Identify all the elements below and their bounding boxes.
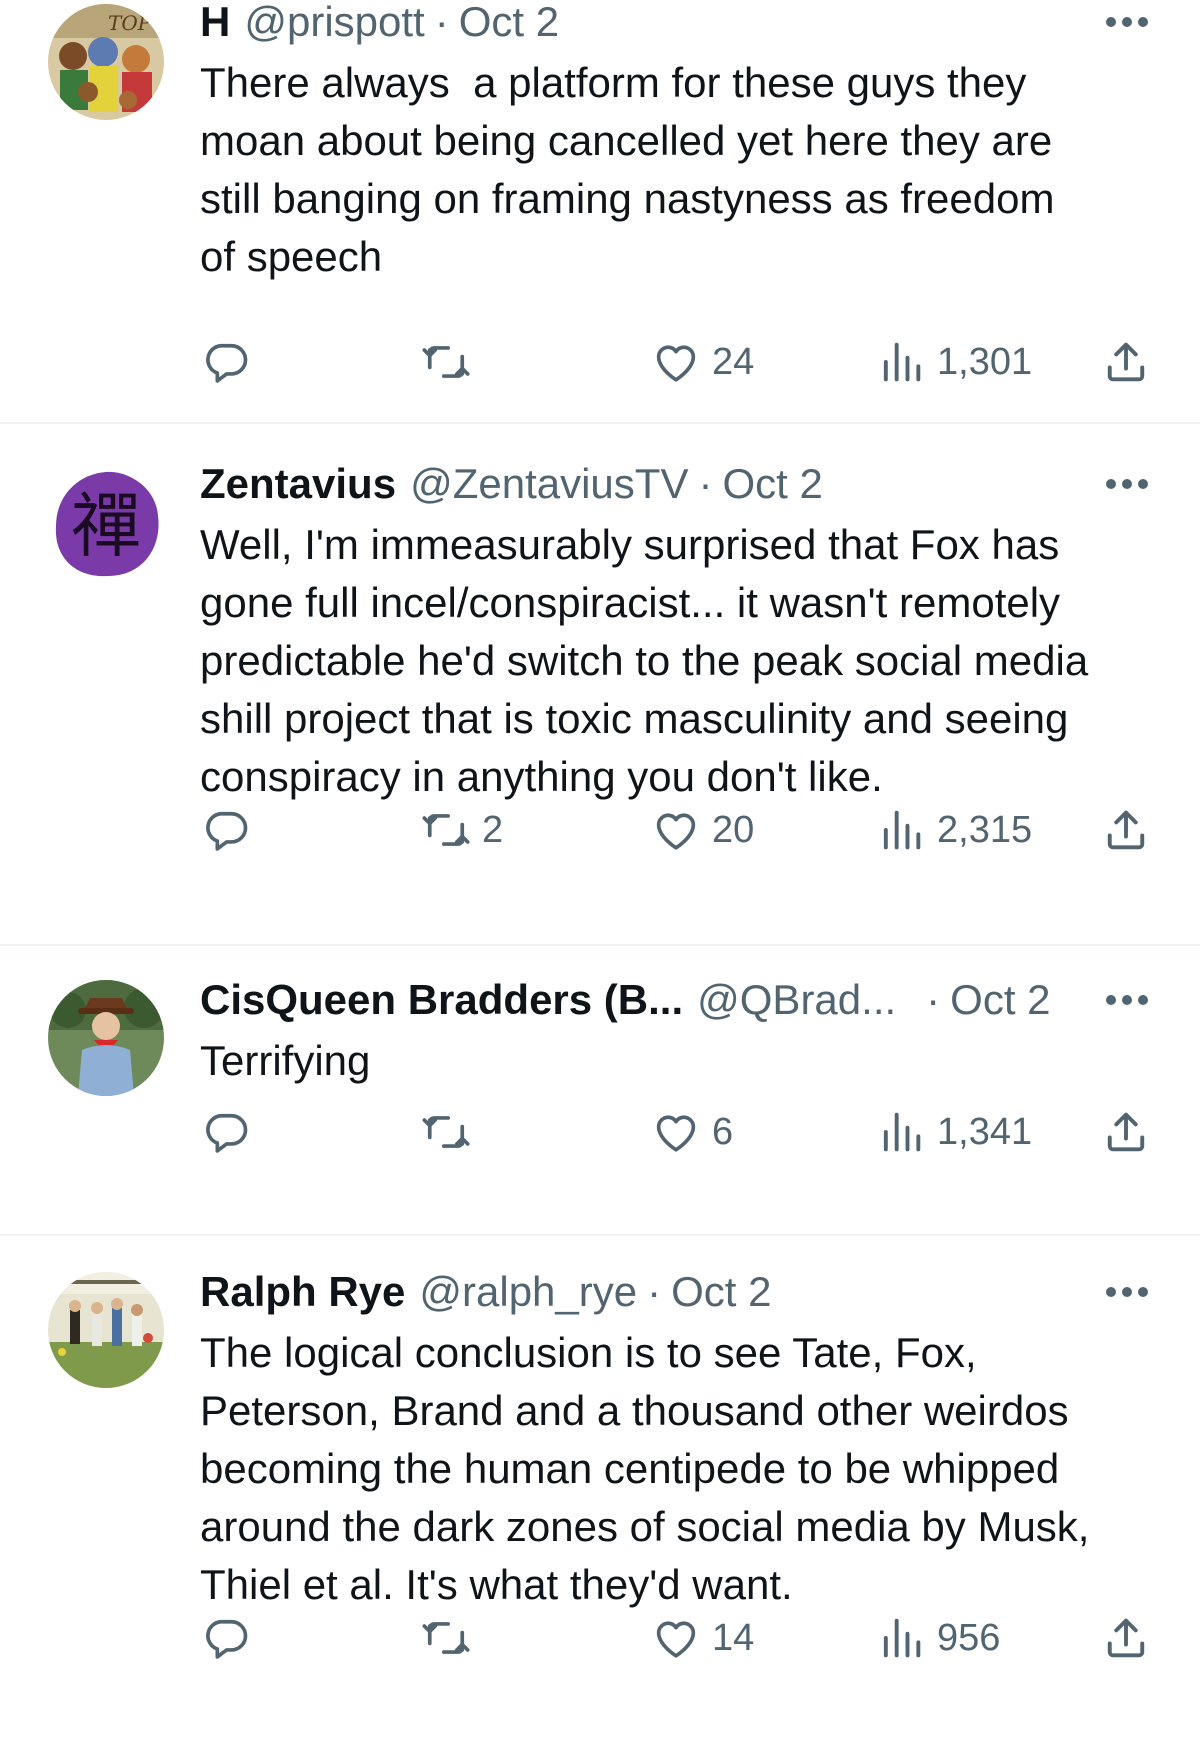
upload-arrow-icon <box>1100 336 1152 388</box>
tweet-date[interactable]: Oct 2 <box>722 456 822 512</box>
display-name[interactable]: CisQueen Bradders (B... <box>200 972 683 1028</box>
share-button[interactable] <box>1100 332 1152 392</box>
more-options-icon[interactable] <box>1102 1264 1152 1320</box>
speech-bubble-icon <box>200 336 252 388</box>
like-button[interactable]: 20 <box>650 800 754 860</box>
tweet[interactable]: CisQueen Bradders (B... @QBrad... · Oct … <box>0 946 1200 1236</box>
tweet-date[interactable]: Oct 2 <box>950 972 1050 1028</box>
tweet-actions: 14 956 <box>200 1608 1152 1668</box>
like-button[interactable]: 6 <box>650 1102 733 1162</box>
speech-bubble-icon <box>200 1612 252 1664</box>
more-options-icon[interactable] <box>1102 456 1152 512</box>
bar-chart-icon <box>875 1106 927 1158</box>
tweet-actions: 24 1,301 <box>200 332 1152 392</box>
separator-dot: · <box>647 1268 662 1315</box>
reply-feed: TOP H @prispott · Oct 2 There always a p… <box>0 0 1200 1745</box>
retweet-button[interactable] <box>420 1608 482 1668</box>
more-options-icon[interactable] <box>1102 0 1152 50</box>
upload-arrow-icon <box>1100 804 1152 856</box>
like-count: 6 <box>712 1110 734 1153</box>
share-button[interactable] <box>1100 1102 1152 1162</box>
avatar[interactable]: TOP <box>48 4 164 120</box>
avatar[interactable] <box>48 1272 164 1388</box>
retweet-button[interactable]: 2 <box>420 800 503 860</box>
avatar[interactable]: 禪 <box>48 466 164 582</box>
retweet-button[interactable] <box>420 1102 482 1162</box>
like-button[interactable]: 24 <box>650 332 754 392</box>
tweet-actions: 6 1,341 <box>200 1102 1152 1162</box>
tweet-content: CisQueen Bradders (B... @QBrad... · Oct … <box>200 972 1152 1090</box>
share-button[interactable] <box>1100 800 1152 860</box>
user-handle[interactable]: @ZentaviusTV <box>410 456 688 512</box>
retweet-arrows-icon <box>420 336 472 388</box>
tweet-date[interactable]: Oct 2 <box>459 0 559 50</box>
views-button[interactable]: 1,301 <box>875 332 1032 392</box>
display-name[interactable]: H <box>200 0 230 50</box>
reply-button[interactable] <box>200 332 262 392</box>
tweet-text: The logical conclusion is to see Tate, F… <box>200 1329 1090 1608</box>
separator-dot: · <box>698 460 713 507</box>
like-count: 24 <box>712 340 755 383</box>
heart-icon <box>650 804 702 856</box>
tweet-header: CisQueen Bradders (B... @QBrad... · Oct … <box>200 972 1152 1028</box>
tweet-date[interactable]: Oct 2 <box>671 1264 771 1320</box>
retweet-arrows-icon <box>420 804 472 856</box>
like-count: 14 <box>712 1616 755 1659</box>
view-count: 1,341 <box>937 1110 1033 1153</box>
upload-arrow-icon <box>1100 1612 1152 1664</box>
display-name[interactable]: Ralph Rye <box>200 1264 405 1320</box>
tweet-text: Well, I'm immeasurably surprised that Fo… <box>200 521 1089 800</box>
retweet-arrows-icon <box>420 1106 472 1158</box>
view-count: 956 <box>937 1616 1001 1659</box>
tweet-header: Ralph Rye @ralph_rye · Oct 2 <box>200 1264 1152 1320</box>
tweet-header: Zentavius @ZentaviusTV · Oct 2 <box>200 456 1152 512</box>
tweet-actions: 2 20 2,315 <box>200 800 1152 860</box>
speech-bubble-icon <box>200 1106 252 1158</box>
bar-chart-icon <box>875 336 927 388</box>
user-handle[interactable]: @QBrad... <box>697 972 896 1028</box>
tweet-content: H @prispott · Oct 2 There always a platf… <box>200 0 1152 286</box>
separator-dot: · <box>434 0 449 45</box>
like-button[interactable]: 14 <box>650 1608 754 1668</box>
view-count: 2,315 <box>937 808 1033 851</box>
speech-bubble-icon <box>200 804 252 856</box>
svg-text:禪: 禪 <box>71 485 141 567</box>
display-name[interactable]: Zentavius <box>200 456 396 512</box>
retweet-button[interactable] <box>420 332 482 392</box>
retweet-arrows-icon <box>420 1612 472 1664</box>
bar-chart-icon <box>875 1612 927 1664</box>
tweet[interactable]: 禪 Zentavius @ZentaviusTV · Oct 2 Well, I… <box>0 424 1200 946</box>
views-button[interactable]: 2,315 <box>875 800 1032 860</box>
tweet[interactable]: Ralph Rye @ralph_rye · Oct 2 The logical… <box>0 1236 1200 1745</box>
tweet-content: Ralph Rye @ralph_rye · Oct 2 The logical… <box>200 1264 1152 1614</box>
heart-icon <box>650 1612 702 1664</box>
tweet-header: H @prispott · Oct 2 <box>200 0 1152 50</box>
reply-button[interactable] <box>200 800 262 860</box>
svg-text:TOP: TOP <box>108 11 152 35</box>
heart-icon <box>650 1106 702 1158</box>
reply-button[interactable] <box>200 1102 262 1162</box>
more-options-icon[interactable] <box>1102 972 1152 1028</box>
user-handle[interactable]: @ralph_rye <box>419 1264 637 1320</box>
tweet-text: There always a platform for these guys t… <box>200 59 1055 280</box>
view-count: 1,301 <box>937 340 1033 383</box>
reply-button[interactable] <box>200 1608 262 1668</box>
separator-dot: · <box>926 976 941 1023</box>
heart-icon <box>650 336 702 388</box>
bar-chart-icon <box>875 804 927 856</box>
avatar[interactable] <box>48 980 164 1096</box>
share-button[interactable] <box>1100 1608 1152 1668</box>
tweet-content: Zentavius @ZentaviusTV · Oct 2 Well, I'm… <box>200 456 1152 806</box>
tweet-text: Terrifying <box>200 1037 371 1084</box>
tweet[interactable]: TOP H @prispott · Oct 2 There always a p… <box>0 0 1200 424</box>
upload-arrow-icon <box>1100 1106 1152 1158</box>
retweet-count: 2 <box>482 808 504 851</box>
views-button[interactable]: 956 <box>875 1608 1000 1668</box>
views-button[interactable]: 1,341 <box>875 1102 1032 1162</box>
like-count: 20 <box>712 808 755 851</box>
user-handle[interactable]: @prispott <box>244 0 424 50</box>
